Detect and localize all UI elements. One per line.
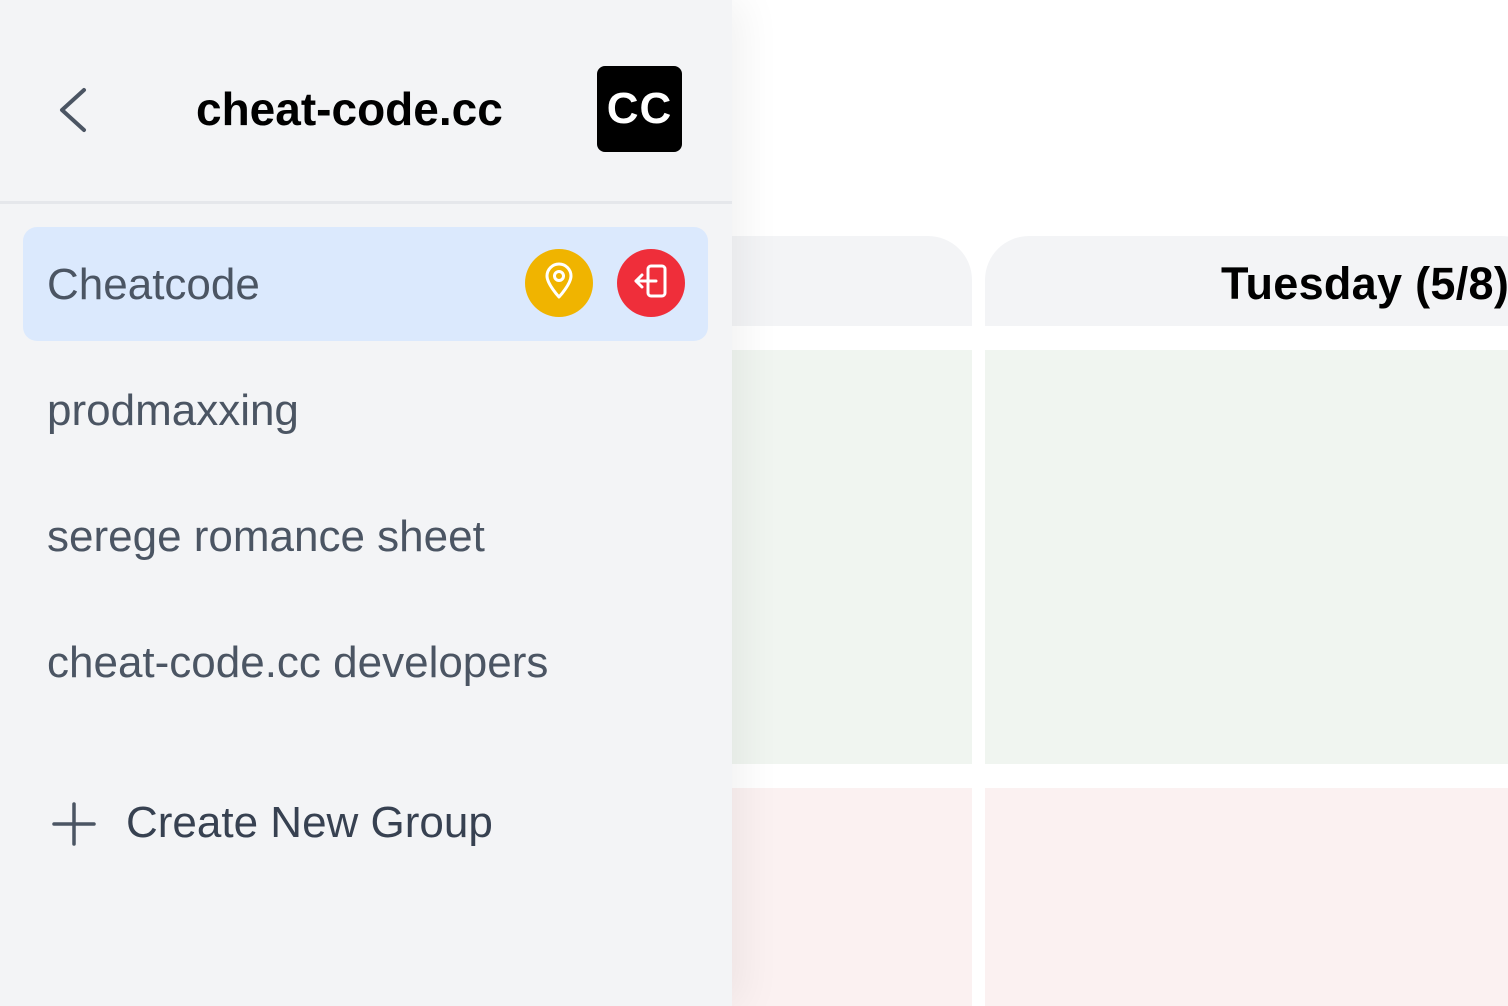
calendar-cell-available[interactable] bbox=[985, 350, 1508, 764]
groups-sidebar: cheat-code.cc CC Cheatcode prodmaxxing s… bbox=[0, 0, 732, 1006]
group-label: prodmaxxing bbox=[47, 386, 299, 435]
calendar-cell-busy[interactable] bbox=[985, 788, 1508, 1006]
group-item-cheat-code-developers[interactable]: cheat-code.cc developers bbox=[23, 605, 708, 719]
create-group-label: Create New Group bbox=[126, 798, 493, 847]
chevron-left-icon bbox=[48, 80, 100, 140]
plus-icon bbox=[52, 802, 96, 846]
day-header-label: Tuesday (5/8) bbox=[1221, 258, 1508, 309]
day-header-tuesday: Tuesday (5/8) bbox=[985, 236, 1508, 326]
group-label: Cheatcode bbox=[47, 260, 260, 309]
group-item-prodmaxxing[interactable]: prodmaxxing bbox=[23, 353, 708, 467]
map-pin-icon bbox=[542, 262, 576, 305]
app-root: Tuesday (5/8) cheat-code.cc CC Cheatcode bbox=[0, 0, 1508, 1006]
group-label: cheat-code.cc developers bbox=[47, 638, 549, 687]
logo-text: CC bbox=[606, 84, 673, 133]
location-button[interactable] bbox=[525, 249, 593, 317]
group-item-cheatcode[interactable]: Cheatcode bbox=[23, 227, 708, 341]
create-group-button[interactable]: Create New Group bbox=[50, 790, 550, 860]
back-button[interactable] bbox=[48, 80, 100, 140]
group-label: serege romance sheet bbox=[47, 512, 485, 561]
sidebar-header: cheat-code.cc CC bbox=[0, 0, 732, 204]
group-item-serege-romance-sheet[interactable]: serege romance sheet bbox=[23, 479, 708, 593]
exit-door-icon bbox=[631, 261, 671, 306]
site-logo: CC bbox=[597, 66, 682, 152]
leave-group-button[interactable] bbox=[617, 249, 685, 317]
site-title: cheat-code.cc bbox=[196, 83, 503, 135]
